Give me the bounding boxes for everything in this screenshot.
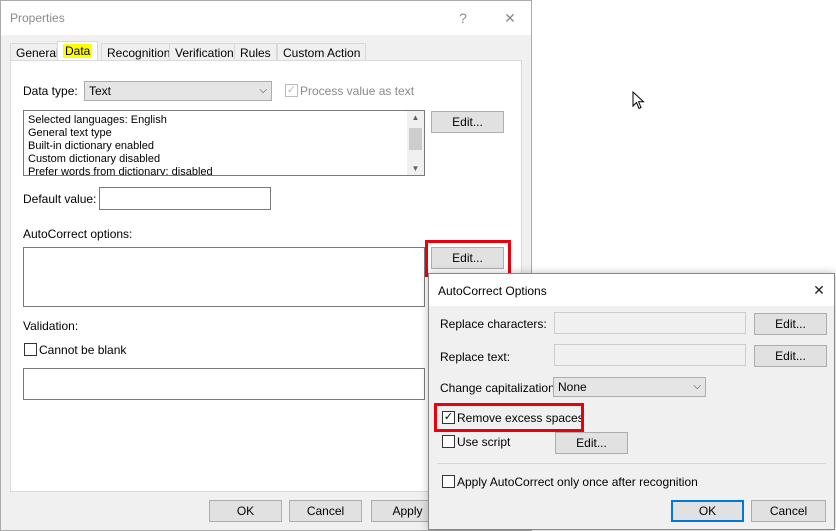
remove-excess-spaces-label: Remove excess spaces (457, 411, 584, 425)
data-settings-list[interactable]: Selected languages: English General text… (23, 110, 425, 176)
default-value-label: Default value: (23, 192, 97, 206)
mouse-cursor-icon (632, 91, 645, 110)
replace-characters-edit-button[interactable]: Edit... (754, 313, 827, 335)
tab-data[interactable]: Data (57, 41, 99, 61)
data-type-label: Data type: (23, 84, 78, 98)
change-capitalization-select[interactable]: None ⌵ (553, 377, 706, 397)
use-script-edit-button[interactable]: Edit... (555, 432, 628, 454)
scroll-down-icon[interactable]: ▼ (407, 164, 424, 173)
validation-box (23, 368, 425, 400)
list-item: Selected languages: English (28, 114, 167, 126)
replace-text-edit-button[interactable]: Edit... (754, 345, 827, 367)
cannot-be-blank-label: Cannot be blank (39, 343, 127, 357)
scroll-up-icon[interactable]: ▲ (407, 113, 424, 122)
close-icon[interactable]: ✕ (809, 280, 829, 300)
properties-title: Properties (10, 11, 65, 25)
replace-characters-field (554, 312, 746, 334)
apply-once-checkbox[interactable] (442, 475, 455, 488)
autocorrect-options-label: AutoCorrect options: (23, 227, 133, 241)
process-value-checkbox[interactable]: ✓ (285, 84, 298, 97)
autocorrect-titlebar: AutoCorrect Options ✕ (429, 274, 834, 306)
properties-titlebar: Properties ? ✕ (1, 1, 531, 35)
autocorrect-ok-button[interactable]: OK (671, 500, 744, 522)
autocorrect-edit-button[interactable]: Edit... (431, 247, 504, 269)
apply-once-label: Apply AutoCorrect only once after recogn… (457, 475, 698, 489)
autocorrect-cancel-button[interactable]: Cancel (751, 500, 826, 522)
divider (437, 463, 826, 464)
properties-cancel-button[interactable]: Cancel (289, 500, 362, 522)
data-type-select[interactable]: Text ⌵ (84, 81, 272, 101)
replace-characters-label: Replace characters: (440, 317, 547, 331)
help-icon[interactable]: ? (453, 8, 473, 28)
process-value-label: Process value as text (300, 84, 415, 98)
list-scrollbar[interactable]: ▲ ▼ (407, 111, 424, 175)
tab-recognition[interactable]: Recognition (101, 43, 177, 61)
chevron-down-icon: ⌵ (693, 381, 701, 392)
change-capitalization-value: None (558, 380, 587, 394)
scroll-thumb[interactable] (409, 128, 422, 150)
close-icon[interactable]: ✕ (500, 8, 520, 28)
autocorrect-options-box (23, 247, 425, 307)
data-type-value: Text (89, 84, 112, 98)
autocorrect-dialog: AutoCorrect Options ✕ Replace characters… (428, 273, 835, 530)
list-item: Built-in dictionary enabled (28, 140, 154, 152)
default-value-input[interactable] (99, 187, 271, 210)
list-item: General text type (28, 127, 112, 139)
replace-text-field (554, 344, 746, 366)
data-settings-edit-button[interactable]: Edit... (431, 111, 504, 133)
remove-excess-spaces-checkbox[interactable]: ✓ (442, 411, 455, 424)
chevron-down-icon: ⌵ (259, 85, 267, 96)
properties-ok-button[interactable]: OK (209, 500, 282, 522)
validation-label: Validation: (23, 319, 79, 333)
use-script-label: Use script (457, 435, 511, 449)
tab-rules[interactable]: Rules (234, 43, 277, 61)
use-script-checkbox[interactable] (442, 435, 455, 448)
tab-verification[interactable]: Verification (169, 43, 240, 61)
list-item: Prefer words from dictionary: disabled (28, 166, 213, 176)
change-capitalization-label: Change capitalization: (440, 381, 559, 395)
cannot-be-blank-checkbox[interactable] (24, 343, 37, 356)
tab-custom-action[interactable]: Custom Action (277, 43, 367, 61)
list-item: Custom dictionary disabled (28, 153, 161, 165)
replace-text-label: Replace text: (440, 350, 511, 364)
autocorrect-title: AutoCorrect Options (438, 284, 547, 298)
